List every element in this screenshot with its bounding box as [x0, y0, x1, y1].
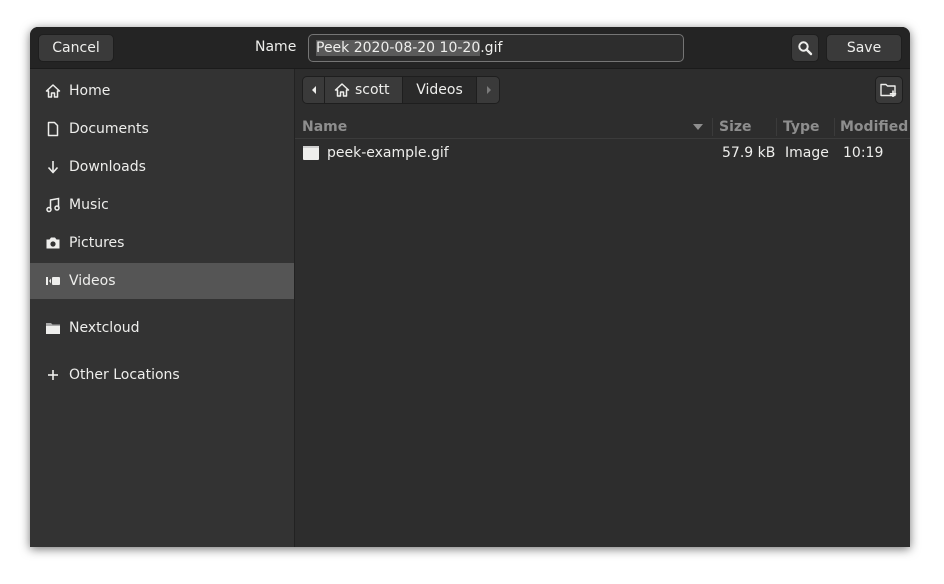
sidebar-item-downloads[interactable]: Downloads	[30, 149, 294, 185]
download-icon	[47, 161, 59, 174]
home-icon	[45, 84, 61, 98]
column-separator[interactable]	[834, 118, 835, 136]
home-icon	[334, 83, 350, 97]
video-icon	[46, 277, 60, 285]
sidebar-item-label: Pictures	[69, 235, 125, 251]
file-browser: scott Videos Name Size Type Modified pee…	[295, 69, 910, 547]
filename-extension: .gif	[480, 40, 503, 56]
column-headers: Name Size Type Modified	[295, 116, 910, 139]
path-segment-home[interactable]: scott	[325, 77, 403, 103]
file-size: 57.9 kB	[722, 145, 776, 161]
chevron-left-icon	[312, 86, 316, 94]
path-scroll-right-button[interactable]	[477, 77, 499, 103]
chevron-right-icon	[487, 86, 491, 94]
path-bar: scott Videos	[302, 76, 500, 104]
column-header-label: Type	[783, 119, 820, 135]
folder-icon	[46, 323, 60, 334]
path-segment-current[interactable]: Videos	[403, 77, 477, 103]
column-header-type[interactable]: Type	[783, 116, 833, 138]
sidebar-item-label: Videos	[69, 273, 116, 289]
search-icon	[798, 41, 813, 56]
file-name: peek-example.gif	[327, 145, 449, 161]
name-label: Name	[255, 39, 297, 55]
sidebar-item-label: Home	[69, 83, 111, 99]
cancel-button[interactable]: Cancel	[38, 34, 114, 62]
path-segment-label: scott	[355, 82, 390, 98]
sidebar-item-label: Documents	[69, 121, 149, 137]
sidebar-item-other-locations[interactable]: Other Locations	[30, 357, 294, 393]
column-header-modified[interactable]: Modified	[840, 116, 910, 138]
path-segment-label: Videos	[416, 82, 463, 98]
sidebar-item-pictures[interactable]: Pictures	[30, 225, 294, 261]
music-icon	[46, 197, 60, 213]
plus-icon	[48, 370, 58, 380]
sidebar-item-videos[interactable]: Videos	[30, 263, 294, 299]
sidebar-item-documents[interactable]: Documents	[30, 111, 294, 147]
column-separator[interactable]	[776, 118, 777, 136]
new-folder-button[interactable]	[875, 76, 903, 104]
file-modified: 10:19	[843, 145, 884, 161]
filename-input[interactable]: Peek 2020-08-20 10-20.gif	[308, 34, 684, 62]
path-scroll-left-button[interactable]	[303, 77, 325, 103]
document-icon	[47, 121, 59, 137]
sidebar-item-home[interactable]: Home	[30, 73, 294, 109]
sidebar-item-label: Downloads	[69, 159, 146, 175]
places-sidebar: Home Documents Downloads Music Pictures …	[30, 69, 295, 547]
file-row[interactable]: peek-example.gif 57.9 kB Image 10:19	[295, 140, 910, 166]
sidebar-item-nextcloud[interactable]: Nextcloud	[30, 310, 294, 346]
column-header-label: Modified	[840, 119, 909, 135]
image-file-icon	[303, 146, 319, 160]
file-save-dialog: Cancel Name Peek 2020-08-20 10-20.gif Sa…	[30, 27, 910, 547]
sort-descending-icon[interactable]	[693, 124, 703, 130]
new-folder-icon	[880, 83, 897, 97]
save-button[interactable]: Save	[826, 34, 902, 62]
filename-selected-text: Peek 2020-08-20 10-20	[316, 40, 481, 56]
sidebar-item-music[interactable]: Music	[30, 187, 294, 223]
column-separator[interactable]	[712, 118, 713, 136]
column-header-size[interactable]: Size	[719, 116, 769, 138]
sidebar-item-label: Nextcloud	[69, 320, 140, 336]
header-bar: Cancel Name Peek 2020-08-20 10-20.gif Sa…	[30, 27, 910, 69]
column-header-label: Size	[719, 119, 752, 135]
sidebar-item-label: Other Locations	[69, 367, 180, 383]
sidebar-item-label: Music	[69, 197, 109, 213]
camera-icon	[46, 237, 60, 249]
search-button[interactable]	[791, 34, 819, 62]
file-type: Image	[785, 145, 829, 161]
column-header-name[interactable]: Name	[302, 116, 702, 138]
column-header-label: Name	[302, 119, 348, 135]
